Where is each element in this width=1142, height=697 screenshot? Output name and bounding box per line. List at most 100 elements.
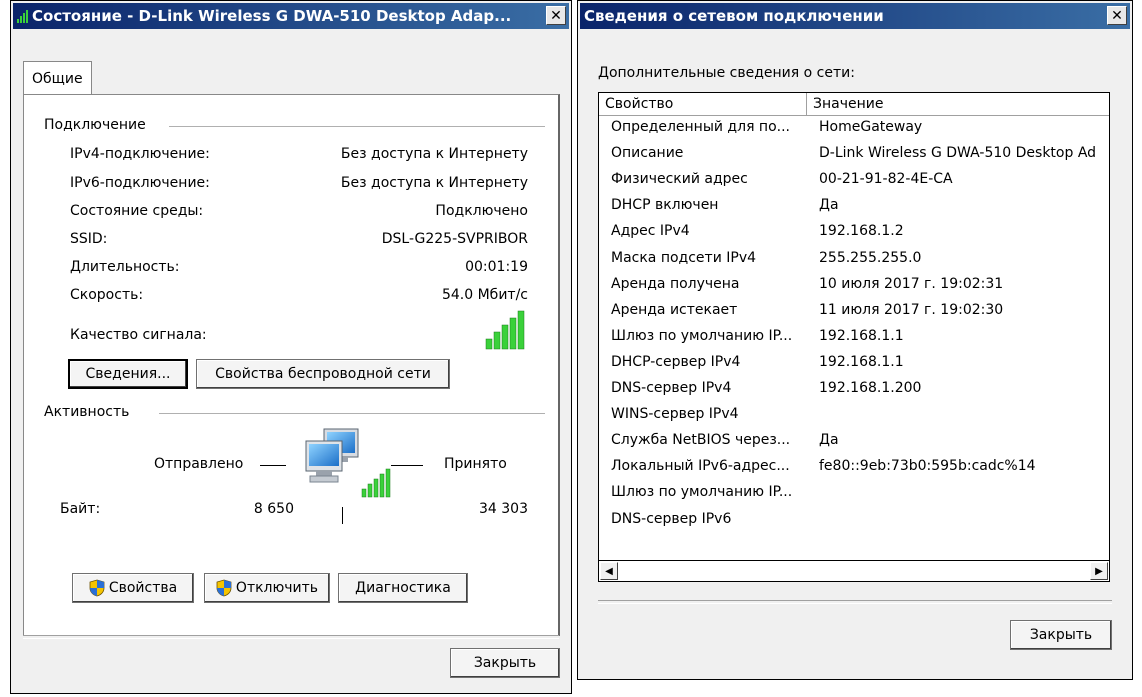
- details-window-title: Сведения о сетевом подключении: [584, 7, 884, 25]
- details-list-view[interactable]: Свойство Значение Определенный для по...…: [598, 92, 1110, 582]
- table-row[interactable]: Шлюз по умолчанию IP...: [599, 484, 1109, 510]
- uac-shield-icon: [216, 579, 232, 597]
- disable-button[interactable]: Отключить: [204, 573, 330, 603]
- row-property: Локальный IPv6-адрес...: [611, 458, 790, 475]
- received-connector: [391, 465, 423, 466]
- close-button[interactable]: Закрыть: [450, 648, 560, 678]
- ipv4-connectivity-value: Без доступа к Интернету: [340, 146, 528, 162]
- status-window: Состояние - D-Link Wireless G DWA-510 De…: [10, 0, 572, 694]
- network-computers-icon: [305, 428, 391, 498]
- row-value: fe80::9eb:73b0:595b:cadc%14: [819, 458, 1036, 475]
- media-state-value: Подключено: [435, 203, 528, 219]
- sent-connector: [260, 465, 286, 466]
- row-property: Аренда получена: [611, 275, 740, 292]
- status-window-title: Состояние - D-Link Wireless G DWA-510 De…: [32, 7, 512, 25]
- diagnose-button[interactable]: Диагностика: [338, 573, 468, 603]
- signal-strength-icon: [485, 310, 525, 350]
- table-row[interactable]: Локальный IPv6-адрес... fe80::9eb:73b0:59…: [599, 458, 1109, 484]
- signal-bar: [517, 310, 525, 350]
- duration-label: Длительность:: [70, 259, 180, 275]
- ipv6-connectivity-value: Без доступа к Интернету: [340, 175, 528, 191]
- ssid-value: DSL-G225-SVPRIBOR: [381, 231, 528, 247]
- close-icon[interactable]: ✕: [546, 6, 566, 25]
- activity-divider: [342, 507, 343, 524]
- properties-button[interactable]: Свойства: [72, 573, 194, 603]
- table-row[interactable]: DNS-сервер IPv4 192.168.1.200: [599, 380, 1109, 406]
- uac-shield-icon: [89, 579, 105, 597]
- close-icon[interactable]: ✕: [1107, 6, 1127, 25]
- tab-general[interactable]: Общие: [23, 61, 92, 96]
- table-row[interactable]: Аренда получена 10 июля 2017 г. 19:02:31: [599, 275, 1109, 302]
- scroll-right-icon[interactable]: ▶: [1090, 562, 1108, 580]
- signal-bar: [509, 317, 517, 350]
- duration-value: 00:01:19: [465, 259, 528, 275]
- column-header-value[interactable]: Значение: [807, 93, 1109, 115]
- table-row[interactable]: Адрес IPv4 192.168.1.2: [599, 223, 1109, 249]
- row-property: WINS-сервер IPv4: [611, 406, 739, 423]
- details-button[interactable]: Сведения...: [68, 359, 188, 389]
- table-row[interactable]: DNS-сервер IPv6: [599, 510, 1109, 537]
- horizontal-scrollbar[interactable]: ◀ ▶: [599, 560, 1109, 581]
- table-row[interactable]: Описание D-Link Wireless G DWA-510 Deskto…: [599, 145, 1109, 171]
- row-property: DNS-сервер IPv6: [611, 510, 732, 527]
- row-property: Шлюз по умолчанию IP...: [611, 327, 793, 344]
- row-property: DHCP-сервер IPv4: [611, 353, 741, 370]
- table-row[interactable]: DHCP включен Да: [599, 197, 1109, 223]
- footer-separator: [598, 600, 1112, 604]
- table-row[interactable]: Служба NetBIOS через... Да: [599, 432, 1109, 458]
- ipv4-connectivity-label: IPv4-подключение:: [70, 146, 210, 162]
- table-row[interactable]: Физический адрес 00-21-91-82-4E-CA: [599, 171, 1109, 197]
- ssid-label: SSID:: [70, 231, 108, 247]
- column-header-property[interactable]: Свойство: [599, 93, 807, 115]
- bytes-sent-value: 8 650: [253, 501, 294, 517]
- table-row[interactable]: Определенный для по... HomeGateway: [599, 119, 1109, 145]
- close-button[interactable]: Закрыть: [1010, 620, 1112, 650]
- signal-bar: [485, 338, 493, 350]
- footer-separator: [23, 635, 559, 639]
- media-state-label: Состояние среды:: [70, 203, 204, 219]
- row-property: Адрес IPv4: [611, 223, 690, 240]
- disable-button-label: Отключить: [235, 580, 319, 596]
- details-title-bar[interactable]: Сведения о сетевом подключении ✕: [580, 3, 1130, 29]
- speed-label: Скорость:: [70, 287, 144, 303]
- bytes-received-value: 34 303: [479, 501, 528, 517]
- table-row[interactable]: Маска подсети IPv4 255.255.255.0: [599, 249, 1109, 276]
- table-row[interactable]: Аренда истекает 11 июля 2017 г. 19:02:30: [599, 301, 1109, 328]
- sent-label: Отправлено: [154, 456, 244, 472]
- signal-bar: [501, 324, 509, 350]
- row-property: DNS-сервер IPv4: [611, 380, 732, 396]
- table-row[interactable]: Шлюз по умолчанию IP... 192.168.1.1: [599, 327, 1109, 354]
- row-property: Аренда истекает: [611, 301, 738, 318]
- row-value: 192.168.1.1: [819, 327, 904, 344]
- received-label: Принято: [444, 456, 507, 472]
- row-property: Маска подсети IPv4: [611, 249, 757, 266]
- signal-icon: [17, 9, 28, 23]
- details-subtitle: Дополнительные сведения о сети:: [598, 65, 855, 81]
- row-value: 192.168.1.200: [819, 380, 922, 396]
- row-value: 00-21-91-82-4E-CA: [819, 171, 953, 188]
- activity-group-label: Активность: [44, 404, 136, 420]
- row-value: 192.168.1.1: [819, 353, 904, 370]
- scroll-left-icon[interactable]: ◀: [600, 562, 618, 580]
- status-title-bar[interactable]: Состояние - D-Link Wireless G DWA-510 De…: [13, 3, 569, 29]
- wireless-properties-button[interactable]: Свойства беспроводной сети: [196, 359, 450, 389]
- row-property: Физический адрес: [611, 171, 748, 188]
- row-value: HomeGateway: [819, 119, 923, 135]
- row-value: 255.255.255.0: [819, 249, 922, 266]
- row-value: 10 июля 2017 г. 19:02:31: [819, 275, 1004, 292]
- table-row[interactable]: DHCP-сервер IPv4 192.168.1.1: [599, 353, 1109, 380]
- bytes-label: Байт:: [60, 501, 101, 517]
- row-property: Служба NetBIOS через...: [611, 432, 791, 449]
- properties-button-label: Свойства: [108, 580, 178, 596]
- row-value: Да: [819, 197, 839, 214]
- table-row[interactable]: WINS-сервер IPv4: [599, 406, 1109, 432]
- general-tab-panel: Подключение IPv4-подключение: Без доступ…: [23, 94, 560, 636]
- row-value: Да: [819, 432, 839, 449]
- row-value: 192.168.1.2: [819, 223, 904, 240]
- row-property: Шлюз по умолчанию IP...: [611, 484, 793, 501]
- row-value: D-Link Wireless G DWA-510 Desktop Ad: [819, 145, 1097, 162]
- details-window: Сведения о сетевом подключении ✕ Дополни…: [577, 0, 1133, 680]
- row-property: Описание: [611, 145, 684, 162]
- connection-group-label: Подключение: [44, 117, 152, 133]
- speed-value: 54.0 Мбит/с: [441, 287, 528, 303]
